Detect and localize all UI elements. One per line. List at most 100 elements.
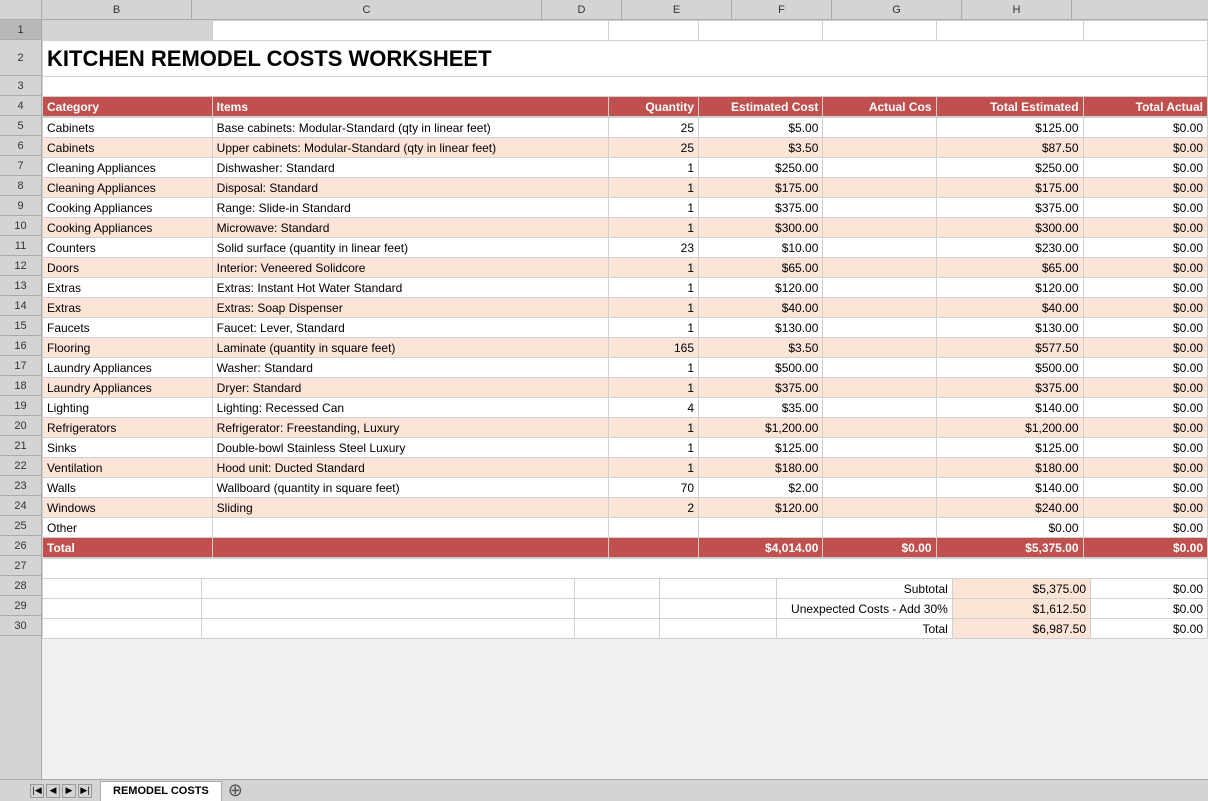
cell-6-4[interactable]	[823, 138, 936, 158]
cell-22-3[interactable]: $180.00	[699, 458, 823, 478]
add-sheet-icon[interactable]: ⊕	[228, 780, 243, 801]
cell-23-2[interactable]: 70	[608, 478, 698, 498]
cell-6-0[interactable]: Cabinets	[43, 138, 213, 158]
cell-e1[interactable]	[823, 21, 936, 41]
cell-10-0[interactable]: Cooking Appliances	[43, 218, 213, 238]
cell-9-5[interactable]: $375.00	[936, 198, 1083, 218]
cell-20-5[interactable]: $1,200.00	[936, 418, 1083, 438]
cell-a1[interactable]	[43, 21, 213, 41]
cell-11-2[interactable]: 23	[608, 238, 698, 258]
cell-25-2[interactable]	[608, 518, 698, 538]
tab-navigation[interactable]: |◀ ◀ ▶ ▶|	[30, 784, 94, 798]
cell-19-2[interactable]: 4	[608, 398, 698, 418]
cell-14-2[interactable]: 1	[608, 298, 698, 318]
cell-25-1[interactable]	[212, 518, 608, 538]
cell-c1[interactable]	[608, 21, 698, 41]
cell-24-4[interactable]	[823, 498, 936, 518]
cell-12-2[interactable]: 1	[608, 258, 698, 278]
cell-7-1[interactable]: Dishwasher: Standard	[212, 158, 608, 178]
cell-22-4[interactable]	[823, 458, 936, 478]
cell-14-1[interactable]: Extras: Soap Dispenser	[212, 298, 608, 318]
cell-10-6[interactable]: $0.00	[1083, 218, 1207, 238]
cell-17-2[interactable]: 1	[608, 358, 698, 378]
cell-15-0[interactable]: Faucets	[43, 318, 213, 338]
cell-7-2[interactable]: 1	[608, 158, 698, 178]
cell-12-6[interactable]: $0.00	[1083, 258, 1207, 278]
cell-6-2[interactable]: 25	[608, 138, 698, 158]
cell-18-0[interactable]: Laundry Appliances	[43, 378, 213, 398]
cell-18-2[interactable]: 1	[608, 378, 698, 398]
cell-5-5[interactable]: $125.00	[936, 118, 1083, 138]
cell-15-1[interactable]: Faucet: Lever, Standard	[212, 318, 608, 338]
cell-16-6[interactable]: $0.00	[1083, 338, 1207, 358]
cell-b1[interactable]	[212, 21, 608, 41]
cell-10-3[interactable]: $300.00	[699, 218, 823, 238]
cell-22-6[interactable]: $0.00	[1083, 458, 1207, 478]
cell-5-0[interactable]: Cabinets	[43, 118, 213, 138]
cell-12-5[interactable]: $65.00	[936, 258, 1083, 278]
cell-10-2[interactable]: 1	[608, 218, 698, 238]
cell-22-1[interactable]: Hood unit: Ducted Standard	[212, 458, 608, 478]
tab-nav-first[interactable]: |◀	[30, 784, 44, 798]
cell-12-0[interactable]: Doors	[43, 258, 213, 278]
cell-15-3[interactable]: $130.00	[699, 318, 823, 338]
cell-20-3[interactable]: $1,200.00	[699, 418, 823, 438]
cell-7-0[interactable]: Cleaning Appliances	[43, 158, 213, 178]
cell-23-6[interactable]: $0.00	[1083, 478, 1207, 498]
cell-6-3[interactable]: $3.50	[699, 138, 823, 158]
cell-9-6[interactable]: $0.00	[1083, 198, 1207, 218]
tab-nav-last[interactable]: ▶|	[78, 784, 92, 798]
cell-14-3[interactable]: $40.00	[699, 298, 823, 318]
cell-13-5[interactable]: $120.00	[936, 278, 1083, 298]
cell-11-5[interactable]: $230.00	[936, 238, 1083, 258]
cell-23-3[interactable]: $2.00	[699, 478, 823, 498]
cell-12-1[interactable]: Interior: Veneered Solidcore	[212, 258, 608, 278]
cell-g1[interactable]	[1083, 21, 1207, 41]
cell-d1[interactable]	[699, 21, 823, 41]
cell-16-3[interactable]: $3.50	[699, 338, 823, 358]
cell-16-1[interactable]: Laminate (quantity in square feet)	[212, 338, 608, 358]
cell-15-2[interactable]: 1	[608, 318, 698, 338]
cell-5-6[interactable]: $0.00	[1083, 118, 1207, 138]
cell-22-2[interactable]: 1	[608, 458, 698, 478]
cell-5-1[interactable]: Base cabinets: Modular-Standard (qty in …	[212, 118, 608, 138]
cell-20-6[interactable]: $0.00	[1083, 418, 1207, 438]
cell-f1[interactable]	[936, 21, 1083, 41]
cell-16-5[interactable]: $577.50	[936, 338, 1083, 358]
cell-8-5[interactable]: $175.00	[936, 178, 1083, 198]
cell-18-5[interactable]: $375.00	[936, 378, 1083, 398]
cell-12-4[interactable]	[823, 258, 936, 278]
cell-7-3[interactable]: $250.00	[699, 158, 823, 178]
tab-nav-next[interactable]: ▶	[62, 784, 76, 798]
cell-13-1[interactable]: Extras: Instant Hot Water Standard	[212, 278, 608, 298]
cell-14-4[interactable]	[823, 298, 936, 318]
cell-23-0[interactable]: Walls	[43, 478, 213, 498]
cell-11-6[interactable]: $0.00	[1083, 238, 1207, 258]
cell-24-6[interactable]: $0.00	[1083, 498, 1207, 518]
cell-9-4[interactable]	[823, 198, 936, 218]
cell-8-0[interactable]: Cleaning Appliances	[43, 178, 213, 198]
cell-5-4[interactable]	[823, 118, 936, 138]
cell-13-6[interactable]: $0.00	[1083, 278, 1207, 298]
cell-13-2[interactable]: 1	[608, 278, 698, 298]
cell-11-3[interactable]: $10.00	[699, 238, 823, 258]
cell-8-6[interactable]: $0.00	[1083, 178, 1207, 198]
cell-21-3[interactable]: $125.00	[699, 438, 823, 458]
cell-18-1[interactable]: Dryer: Standard	[212, 378, 608, 398]
cell-6-6[interactable]: $0.00	[1083, 138, 1207, 158]
cell-10-5[interactable]: $300.00	[936, 218, 1083, 238]
cell-9-1[interactable]: Range: Slide-in Standard	[212, 198, 608, 218]
cell-19-6[interactable]: $0.00	[1083, 398, 1207, 418]
cell-16-2[interactable]: 165	[608, 338, 698, 358]
cell-19-5[interactable]: $140.00	[936, 398, 1083, 418]
cell-16-0[interactable]: Flooring	[43, 338, 213, 358]
cell-15-5[interactable]: $130.00	[936, 318, 1083, 338]
cell-17-4[interactable]	[823, 358, 936, 378]
cell-21-2[interactable]: 1	[608, 438, 698, 458]
cell-22-0[interactable]: Ventilation	[43, 458, 213, 478]
cell-8-1[interactable]: Disposal: Standard	[212, 178, 608, 198]
cell-13-0[interactable]: Extras	[43, 278, 213, 298]
cell-8-4[interactable]	[823, 178, 936, 198]
cell-11-4[interactable]	[823, 238, 936, 258]
cell-11-1[interactable]: Solid surface (quantity in linear feet)	[212, 238, 608, 258]
